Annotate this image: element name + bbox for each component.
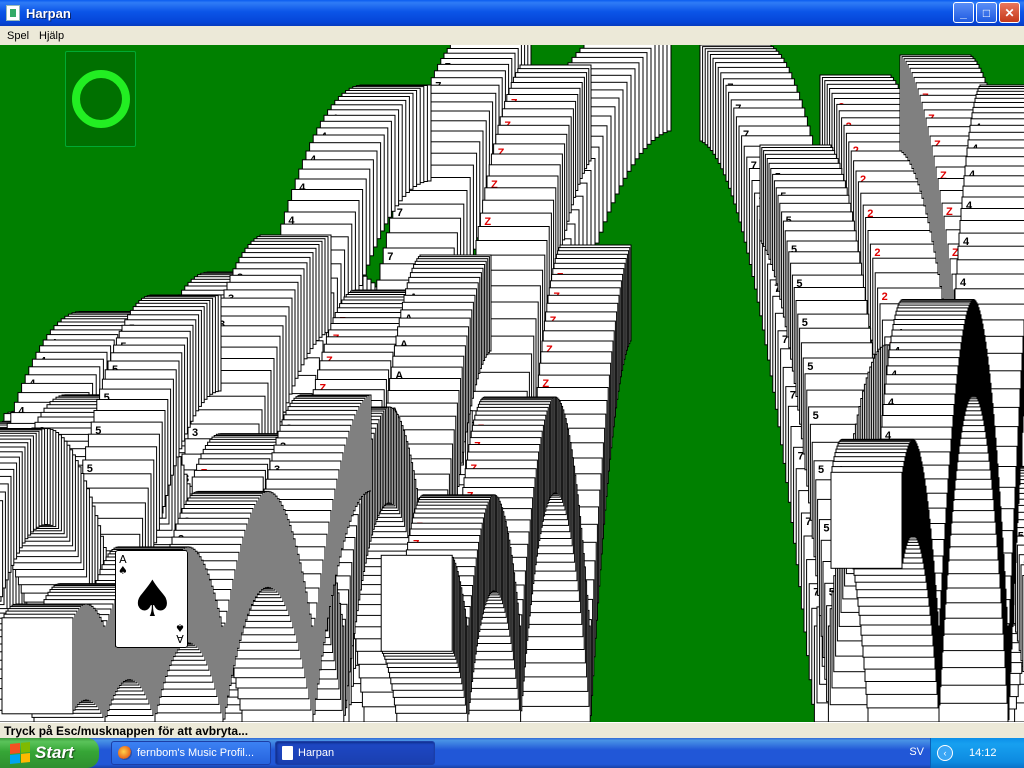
show-hidden-icons-button[interactable]: ‹ bbox=[937, 745, 953, 761]
cascade-card-rank: 7 bbox=[790, 390, 796, 402]
cascade-card-rank: 3 bbox=[192, 427, 198, 439]
firefox-icon bbox=[118, 746, 132, 760]
language-indicator[interactable]: SV bbox=[909, 746, 924, 758]
card-suit: ♠ bbox=[118, 564, 128, 577]
task-label: fernbom's Music Profil... bbox=[137, 747, 255, 759]
cascade-card: 5 bbox=[0, 500, 4, 598]
cascade-card-rank: 2 bbox=[874, 247, 880, 259]
game-board[interactable]: AAAAAAAAAAAAAAAAAAAAAAAAAAAAAAAAAAAAAAAA… bbox=[0, 45, 1024, 722]
cascade-card-rank: 2 bbox=[882, 291, 888, 303]
cascade-card bbox=[830, 471, 903, 569]
spade-pip-icon: ♠ bbox=[130, 570, 175, 628]
taskbar: Start fernbom's Music Profil... Harpan S… bbox=[0, 738, 1024, 768]
cascade-card-face bbox=[380, 554, 453, 652]
cascade-card-rank: 5 bbox=[823, 523, 829, 535]
maximize-button[interactable]: □ bbox=[976, 2, 997, 23]
clock[interactable]: 14:12 bbox=[969, 747, 997, 759]
cascade-card-rank: 5 bbox=[802, 317, 808, 329]
cascade-card-face bbox=[830, 471, 903, 569]
menu-bar: Spel Hjälp bbox=[0, 26, 1024, 45]
cascade-card-rank: 7 bbox=[387, 251, 393, 263]
cascade-card-rank: 7 bbox=[397, 207, 403, 219]
cascade-card-face bbox=[1, 617, 74, 715]
windows-logo-icon bbox=[10, 741, 30, 765]
menu-spel[interactable]: Spel bbox=[2, 30, 34, 42]
cascade-card-rank: 5 bbox=[818, 464, 824, 476]
cascade-card-rank: 4 bbox=[960, 277, 967, 289]
ace-of-spades-card: A ♠ ♠ A ♠ bbox=[115, 550, 188, 648]
cascade-card bbox=[1, 617, 74, 715]
card-rank: A bbox=[176, 632, 184, 645]
redeal-ring-icon bbox=[72, 70, 130, 128]
card-suit: ♠ bbox=[175, 621, 185, 634]
task-label: Harpan bbox=[298, 747, 335, 759]
cascade-card-rank: 5 bbox=[807, 361, 813, 373]
close-button[interactable]: ✕ bbox=[999, 2, 1020, 23]
start-button[interactable]: Start bbox=[0, 738, 99, 768]
system-tray: ‹ 14:12 bbox=[930, 738, 1024, 768]
task-firefox[interactable]: fernbom's Music Profil... bbox=[111, 741, 271, 765]
cascade-card-face bbox=[0, 500, 4, 598]
window-title: Harpan bbox=[26, 5, 71, 21]
app-icon bbox=[6, 5, 20, 21]
start-label: Start bbox=[35, 743, 74, 762]
cascade-card-rank: 5 bbox=[87, 463, 93, 475]
cascade-card bbox=[380, 554, 453, 652]
card-corner-top: A ♠ bbox=[118, 554, 128, 576]
minimize-button[interactable]: _ bbox=[953, 2, 974, 23]
status-bar: Tryck på Esc/musknappen för att avbryta.… bbox=[0, 722, 1024, 738]
card-corner-bottom: A ♠ bbox=[175, 621, 185, 645]
stock-pile[interactable] bbox=[65, 51, 136, 147]
cascade-card-rank: 5 bbox=[813, 410, 819, 422]
solitaire-icon bbox=[282, 746, 293, 760]
menu-hjalp[interactable]: Hjälp bbox=[34, 30, 69, 42]
title-bar[interactable]: Harpan _ □ ✕ bbox=[0, 0, 1024, 26]
task-harpan[interactable]: Harpan bbox=[275, 741, 435, 765]
window-controls: _ □ ✕ bbox=[953, 2, 1020, 23]
